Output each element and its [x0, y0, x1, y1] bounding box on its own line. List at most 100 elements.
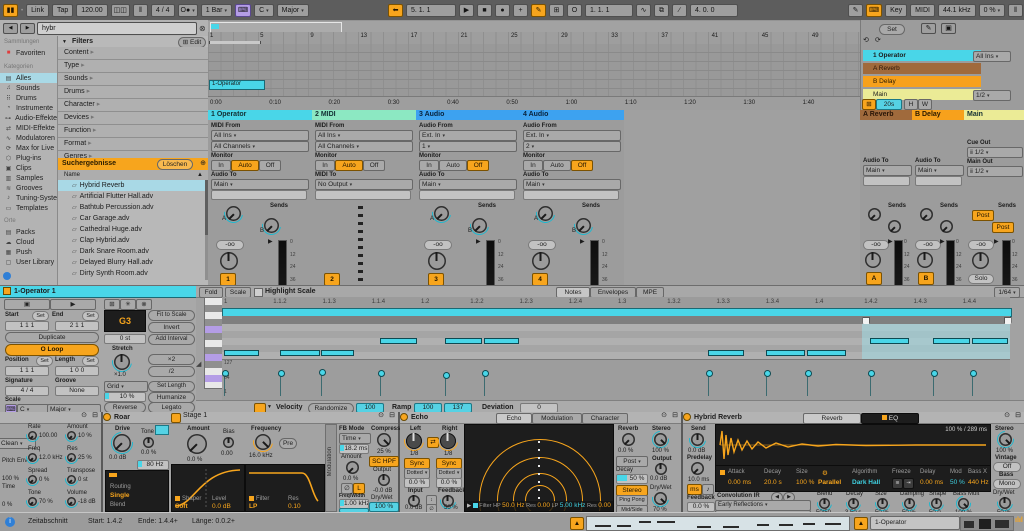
- input-channel-select[interactable]: 1: [419, 141, 517, 152]
- vintage-select[interactable]: Off: [993, 462, 1021, 472]
- midi-note[interactable]: [708, 350, 743, 356]
- result-row[interactable]: ▱ Dirty Synth Room.adv: [58, 268, 205, 279]
- velocity-marker[interactable]: [482, 370, 489, 377]
- reverb-position-select[interactable]: Post: [616, 456, 648, 467]
- reverb-knob[interactable]: [622, 433, 635, 446]
- start-set-button[interactable]: Set: [32, 311, 49, 321]
- monitor-in[interactable]: In: [211, 160, 231, 171]
- sidebar-category-item[interactable]: ▣ Clips: [0, 163, 57, 173]
- velocity-marker[interactable]: [764, 370, 771, 377]
- pan-knob[interactable]: [220, 252, 238, 270]
- midi-note[interactable]: [933, 338, 970, 344]
- metronome-options[interactable]: O●: [178, 4, 198, 17]
- duplicate-button[interactable]: Duplicate: [5, 332, 99, 343]
- stretch-d2-button[interactable]: /2: [148, 366, 195, 377]
- track-header-row[interactable]: B Delay: [863, 76, 981, 87]
- tempo-field[interactable]: 120.00: [76, 4, 107, 17]
- decay2-knob[interactable]: [848, 498, 859, 509]
- loop-start-display[interactable]: 1. 1. 1: [585, 4, 633, 17]
- audio-to-select[interactable]: Main: [863, 165, 912, 176]
- position-field[interactable]: 1 1 1: [5, 366, 49, 376]
- bassmult-knob[interactable]: [958, 498, 969, 509]
- lane-chooser-caret[interactable]: ▼: [267, 404, 272, 410]
- predelay-knob[interactable]: [691, 462, 704, 475]
- monitor-in[interactable]: In: [315, 160, 335, 171]
- filter-row[interactable]: Sounds ▸: [58, 73, 209, 86]
- stage-tab[interactable]: Stage 1: [183, 412, 207, 420]
- hot-swap-icon[interactable]: ⊙: [1004, 412, 1010, 420]
- device-on-toggle[interactable]: [400, 413, 408, 421]
- track-name[interactable]: 1 Operator: [208, 110, 315, 120]
- midi-map-button[interactable]: MIDI: [910, 4, 935, 17]
- device-on-toggle[interactable]: [683, 413, 691, 421]
- midi-note[interactable]: [321, 350, 354, 356]
- input-channel-select[interactable]: 2: [523, 141, 621, 152]
- rack-param[interactable]: Amount 10 %: [63, 424, 102, 446]
- arrangement-clip[interactable]: 1-Operator: [209, 80, 265, 90]
- clip-tool-tab-2[interactable]: ✳: [120, 299, 136, 310]
- rack-param[interactable]: Freq 12.0 kHz: [24, 446, 63, 468]
- right-offset-field[interactable]: 0.0 %: [436, 478, 462, 488]
- hot-swap-icon[interactable]: ⊙: [81, 412, 87, 420]
- save-preset-icon[interactable]: ⊟: [672, 412, 678, 420]
- loop-length-display[interactable]: 4. 0. 0: [690, 4, 738, 17]
- follow-grid-icon[interactable]: ⊞: [862, 99, 876, 110]
- record-button[interactable]: ●: [495, 4, 510, 17]
- re-enable-icon[interactable]: ⟳: [875, 37, 881, 45]
- device-mini-overview[interactable]: [960, 516, 1014, 531]
- piano-roll[interactable]: [222, 324, 1010, 359]
- camera-icon[interactable]: ▣: [941, 23, 956, 34]
- velocity-marker[interactable]: [319, 369, 326, 376]
- sidebar-category-item[interactable]: ▭ Templates: [0, 203, 57, 213]
- pan-knob[interactable]: [865, 252, 881, 268]
- monitor-auto[interactable]: Auto: [439, 160, 467, 171]
- monitor-off[interactable]: Off: [467, 160, 489, 171]
- velocity-marker[interactable]: [868, 370, 875, 377]
- predelay-ms-button[interactable]: ms: [687, 484, 702, 495]
- midi-channel-select[interactable]: All Channels: [315, 141, 413, 152]
- pan-knob[interactable]: [428, 252, 446, 270]
- midi-note[interactable]: [870, 338, 909, 344]
- sidebar-place-item[interactable]: ▢ User Library: [0, 257, 57, 267]
- track-header-row[interactable]: A Reverb: [863, 63, 981, 74]
- midi-note[interactable]: [972, 338, 1008, 344]
- return-activator[interactable]: B: [918, 272, 934, 285]
- send-b-knob[interactable]: [472, 218, 487, 233]
- tab-modulation[interactable]: Modulation: [532, 413, 582, 424]
- tone-freq-field[interactable]: 80 Hz: [137, 460, 169, 470]
- clip-tab-notes-icon[interactable]: ▣: [4, 299, 50, 310]
- sidebar-category-item[interactable]: ⟳ Max for Live: [0, 143, 57, 153]
- tab-echo[interactable]: Echo: [496, 413, 532, 424]
- result-row[interactable]: ▱ Delayed Blurry Hall.adv: [58, 257, 205, 268]
- length-set-button[interactable]: Set: [82, 356, 99, 366]
- solo-cue-toggle[interactable]: Solo: [968, 274, 994, 284]
- audio-to-select[interactable]: Main: [419, 179, 517, 190]
- sidebar-category-item[interactable]: ▤ Alles: [0, 73, 57, 83]
- velocity-marker[interactable]: [931, 370, 938, 377]
- damping-knob[interactable]: [904, 498, 915, 509]
- hybrid-title-bar[interactable]: Hybrid Reverb Reverb EQ ⊙ ⊟: [683, 412, 1024, 424]
- sort-icon[interactable]: ▲: [197, 172, 203, 179]
- fit-to-scale-button[interactable]: Fit to Scale: [148, 310, 195, 321]
- track-name[interactable]: 2 MIDI: [312, 110, 419, 120]
- filter-row[interactable]: Devices ▸: [58, 112, 209, 125]
- rack-param[interactable]: Tone 70 %: [24, 490, 63, 512]
- sidebar-category-item[interactable]: ≋ Grooves: [0, 183, 57, 193]
- midi-note[interactable]: [280, 350, 320, 356]
- monitor-auto[interactable]: Auto: [543, 160, 571, 171]
- automation-arm-icon[interactable]: ∿: [636, 4, 651, 17]
- roar-display-icon[interactable]: [155, 425, 169, 435]
- new-button[interactable]: +: [513, 4, 528, 17]
- pitch-display[interactable]: G3: [104, 310, 146, 332]
- midi-from-select[interactable]: All Ins: [211, 130, 309, 141]
- pre-button[interactable]: Pre: [279, 438, 297, 449]
- device-on-toggle[interactable]: [103, 413, 111, 421]
- back-to-arrangement-icon[interactable]: ⟲: [863, 37, 869, 45]
- send-a-knob[interactable]: [226, 206, 241, 221]
- track-header-row[interactable]: 1 Operator: [863, 50, 981, 61]
- velocity-marker[interactable]: [278, 370, 285, 377]
- sidebar-category-item[interactable]: ♫ Sounds: [0, 83, 57, 93]
- sidebar-category-item[interactable]: ⊶ Audio-Effekte: [0, 113, 57, 123]
- send-a-knob[interactable]: [538, 206, 553, 221]
- device-overview-toggle[interactable]: ▲: [854, 517, 868, 530]
